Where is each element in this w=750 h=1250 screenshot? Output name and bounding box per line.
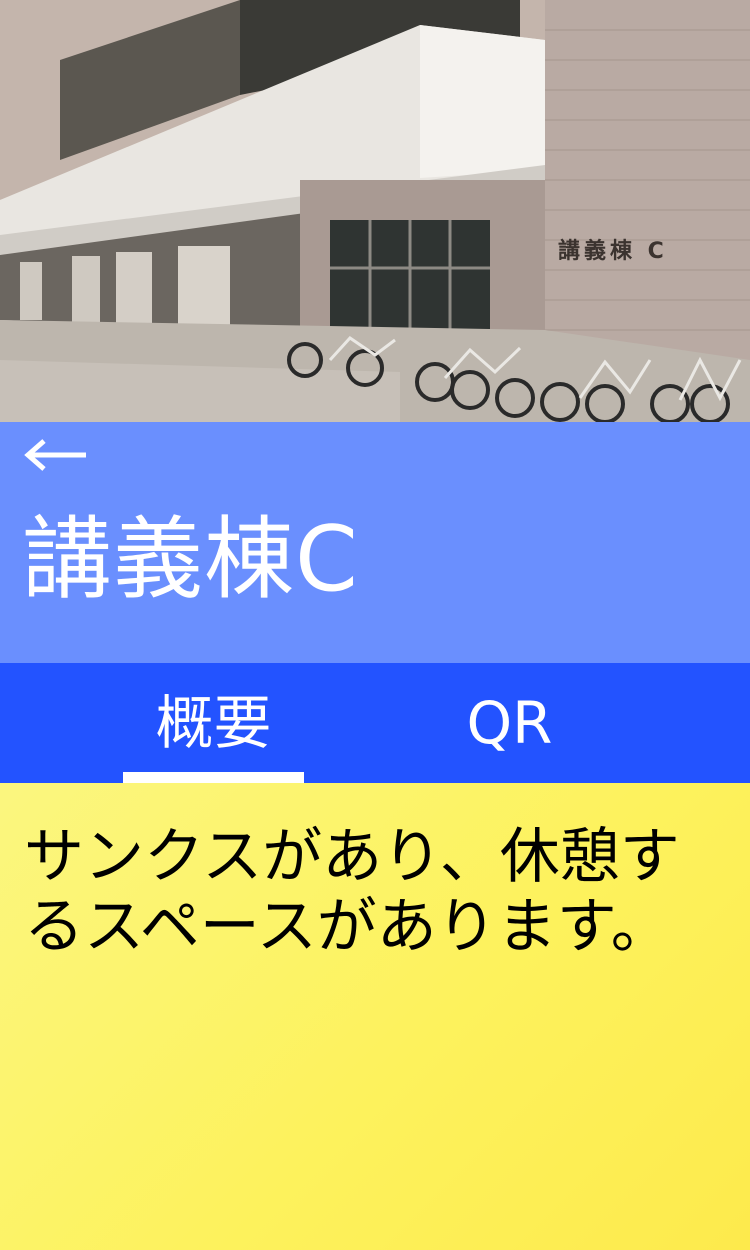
arrow-left-icon <box>22 437 90 473</box>
building-photo: 講義棟 C <box>0 0 750 422</box>
back-button[interactable] <box>22 430 94 480</box>
building-detail-screen: 講義棟 C 講義棟C 概要 QR サンクスがあり、休憩するスペースがあります。 <box>0 0 750 1250</box>
tab-qr[interactable]: QR <box>419 663 600 783</box>
building-sign-text: 講義棟 C <box>558 238 668 264</box>
tab-overview[interactable]: 概要 <box>123 663 304 783</box>
building-description: サンクスがあり、休憩するスペースがあります。 <box>24 822 680 962</box>
active-tab-indicator <box>123 772 304 783</box>
page-title: 講義棟C <box>22 507 359 612</box>
tab-bar: 概要 QR <box>0 663 750 783</box>
